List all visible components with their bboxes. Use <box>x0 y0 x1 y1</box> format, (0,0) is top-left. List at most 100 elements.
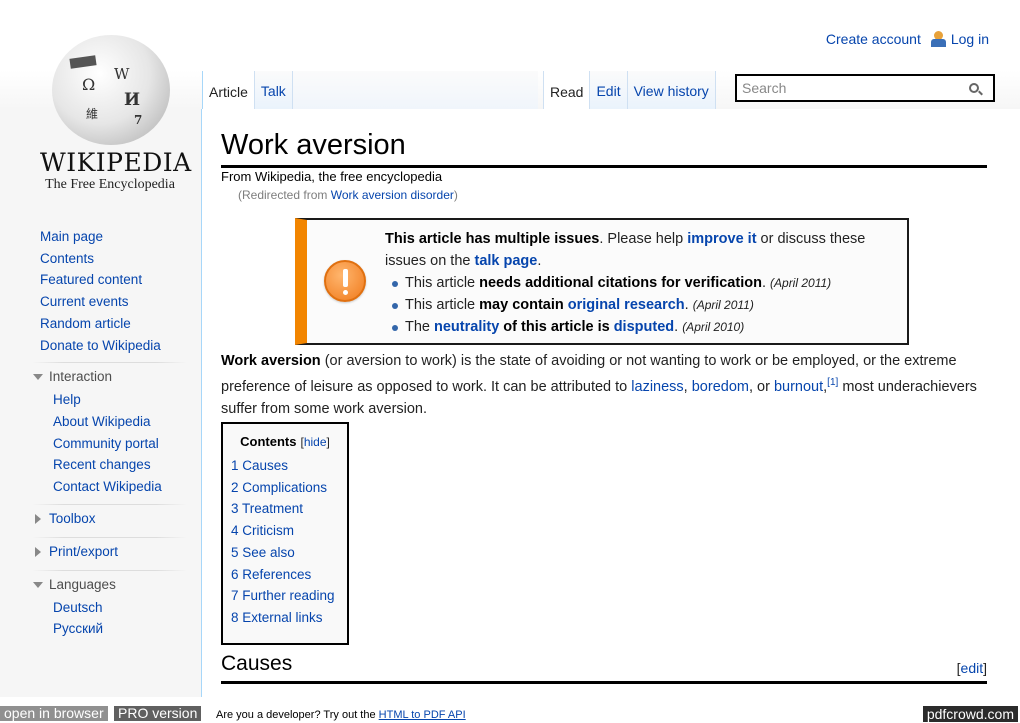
sidebar-item-random-article[interactable]: Random article <box>40 316 131 331</box>
lead-paragraph: Work aversion (or aversion to work) is t… <box>221 350 1001 420</box>
edit-section: [edit] <box>957 654 987 682</box>
sidebar-item-community-portal[interactable]: Community portal <box>53 436 159 451</box>
personal-tools: Create account Log in <box>826 31 989 47</box>
text: , or <box>748 378 774 395</box>
toc-item-references[interactable]: 6 References <box>231 567 311 582</box>
interaction-heading[interactable]: Interaction <box>30 365 190 389</box>
text: The <box>405 319 435 335</box>
portal-heading-label: Interaction <box>49 369 113 385</box>
edit-section-link[interactable]: edit <box>961 660 984 676</box>
issue-date: (April 2011) <box>770 276 832 290</box>
sidebar-item-current-events[interactable]: Current events <box>40 294 129 309</box>
text: This article <box>405 297 480 313</box>
issue-bold: of this article is <box>499 319 614 335</box>
disputed-link[interactable]: disputed <box>614 319 674 335</box>
search-icon[interactable] <box>969 83 983 97</box>
toc-title: Contents [hide] <box>231 434 339 449</box>
redirect-prefix: (Redirected from <box>238 188 331 202</box>
toc-item-criticism[interactable]: 4 Criticism <box>231 523 294 538</box>
issues-heading: This article has multiple issues <box>385 231 600 247</box>
issue-date: (April 2011) <box>692 298 754 312</box>
log-in-link[interactable]: Log in <box>951 31 989 47</box>
search-input[interactable] <box>740 77 960 99</box>
toc-item-treatment[interactable]: 3 Treatment <box>231 501 303 516</box>
content-area: Work aversion From Wikipedia, the free e… <box>201 109 1020 697</box>
puzzle-globe-icon: Ω W И 維 7 <box>52 35 170 145</box>
text: . Please help <box>599 231 688 247</box>
globe-glyph: 維 <box>86 107 99 121</box>
toc-item-external-links[interactable]: 8 External links <box>231 610 323 625</box>
sidebar-item-help[interactable]: Help <box>53 392 81 407</box>
tab-label: Article <box>209 84 248 100</box>
tab-label: Edit <box>596 83 621 99</box>
issue-item: This article needs additional citations … <box>392 272 905 294</box>
html-to-pdf-api-link[interactable]: HTML to PDF API <box>379 709 466 721</box>
tab-article[interactable]: Article <box>202 71 255 110</box>
toc-item-see-also[interactable]: 5 See also <box>231 545 295 560</box>
toc-item-further-reading[interactable]: 7 Further reading <box>231 588 335 603</box>
sidebar-item-recent-changes[interactable]: Recent changes <box>53 457 151 472</box>
sidebar-item-about[interactable]: About Wikipedia <box>53 414 151 429</box>
issue-bold: may contain <box>479 297 568 313</box>
talk-page-link[interactable]: talk page <box>474 253 537 269</box>
view-tabs: Read Edit View history <box>543 71 716 110</box>
sidebar-item-donate[interactable]: Donate to Wikipedia <box>40 338 161 353</box>
text: . <box>674 319 683 335</box>
redirect-source-link[interactable]: Work aversion disorder <box>331 188 454 202</box>
language-link-deutsch[interactable]: Deutsch <box>53 600 103 615</box>
wikipedia-logo[interactable]: Ω W И 維 7 WIKIPEDIA The Free Encyclopedi… <box>40 35 192 195</box>
navigation-portal: Main page Contents Featured content Curr… <box>30 226 190 356</box>
tab-talk[interactable]: Talk <box>254 71 293 110</box>
open-in-browser-button[interactable]: open in browser <box>0 706 108 721</box>
toolbox-heading[interactable]: Toolbox <box>30 507 190 531</box>
toc-item-causes[interactable]: 1 Causes <box>231 458 288 473</box>
globe-glyph: 7 <box>134 113 143 127</box>
issue-item: This article may contain original resear… <box>392 294 905 316</box>
issues-text: This article has multiple issues. Please… <box>385 228 905 338</box>
section-heading-causes: Causes [edit] <box>221 650 987 684</box>
original-research-link[interactable]: original research <box>568 297 685 313</box>
laziness-link[interactable]: laziness <box>631 379 683 395</box>
neutrality-link[interactable]: neutrality <box>434 319 499 335</box>
improve-it-link[interactable]: improve it <box>687 231 756 247</box>
globe-glyph: Ω <box>82 75 96 94</box>
pdfcrowd-brand[interactable]: pdfcrowd.com <box>922 706 1018 722</box>
portal-heading-label: Toolbox <box>49 510 96 526</box>
logo-wordmark: WIKIPEDIA <box>40 148 192 177</box>
logo-tagline: The Free Encyclopedia <box>45 177 175 192</box>
issue-date: (April 2010) <box>682 320 745 334</box>
tab-label: Talk <box>260 83 286 99</box>
portal-divider <box>32 503 187 505</box>
text: ] <box>326 435 330 449</box>
burnout-link[interactable]: burnout <box>774 379 823 395</box>
collapsed-triangle-icon <box>35 513 41 524</box>
print-export-heading[interactable]: Print/export <box>30 540 190 564</box>
sidebar-item-main-page[interactable]: Main page <box>40 229 103 244</box>
site-subtitle: From Wikipedia, the free encyclopedia <box>221 169 443 184</box>
multiple-issues-box: This article has multiple issues. Please… <box>295 218 909 345</box>
issues-list: This article needs additional citations … <box>385 272 905 338</box>
section-title: Causes <box>221 652 293 675</box>
boredom-link[interactable]: boredom <box>692 379 749 395</box>
toc-item-complications[interactable]: 2 Complications <box>231 480 327 495</box>
text: , <box>683 378 692 395</box>
toc-hide-toggle[interactable]: hide <box>304 435 327 449</box>
language-link-russian[interactable]: Русский <box>53 621 103 636</box>
create-account-link[interactable]: Create account <box>826 31 921 47</box>
text: ] <box>983 660 987 676</box>
tab-view-history[interactable]: View history <box>627 71 716 110</box>
sidebar: Main page Contents Featured content Curr… <box>30 226 190 640</box>
portal-divider <box>32 536 187 538</box>
tab-read[interactable]: Read <box>543 71 591 110</box>
sidebar-item-featured-content[interactable]: Featured content <box>40 272 142 287</box>
developer-promo: Are you a developer? Try out the HTML to… <box>216 709 466 721</box>
tab-edit[interactable]: Edit <box>590 71 628 110</box>
reference-link[interactable]: [1] <box>827 377 838 388</box>
sidebar-item-contact[interactable]: Contact Wikipedia <box>53 479 162 494</box>
pro-version-button[interactable]: PRO version <box>114 706 202 721</box>
sidebar-item-contents[interactable]: Contents <box>40 251 94 266</box>
portal-heading-label: Languages <box>49 576 116 592</box>
languages-heading[interactable]: Languages <box>30 573 190 597</box>
tab-filler <box>292 71 538 110</box>
portal-divider <box>32 569 187 571</box>
